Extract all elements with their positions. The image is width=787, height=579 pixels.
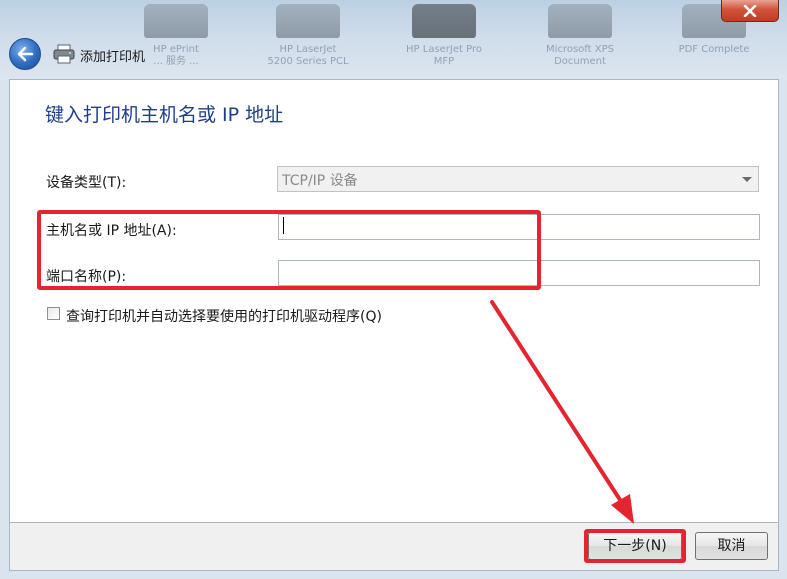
device-type-label: 设备类型(T): [46,175,127,191]
window-close-button[interactable] [721,0,779,22]
device-type-value: TCP/IP 设备 [282,173,358,189]
device-thumbnail: HP LaserJet Pro MFP [398,2,490,78]
device-label: HP LaserJet 5200 Series PCL [267,44,349,67]
close-icon [743,4,757,17]
wizard-content-panel [9,79,779,523]
device-label: HP LaserJet Pro MFP [406,44,482,67]
device-label: Microsoft XPS Document [546,44,614,67]
device-type-select[interactable]: TCP/IP 设备 [277,166,759,192]
printer-icon [548,4,612,38]
query-printer-checkbox[interactable] [47,307,60,320]
chevron-down-icon [742,177,752,182]
device-label: PDF Complete [678,44,750,55]
printer-icon [276,4,340,38]
cancel-button[interactable]: 取消 [695,532,768,560]
device-thumbnail: HP ePrint ... 服务 ... [130,2,222,78]
printer-icon [53,44,75,64]
device-thumbnail: HP LaserJet 5200 Series PCL [262,2,354,78]
back-button[interactable] [9,38,41,70]
printer-icon [412,4,476,38]
highlight-box-next [584,529,686,563]
highlight-box-fields [37,210,541,290]
device-thumbnail: Microsoft XPS Document [534,2,626,78]
page-heading: 键入打印机主机名或 IP 地址 [45,104,284,126]
window-title: 添加打印机 [80,50,146,65]
back-arrow-icon [17,46,34,62]
query-printer-label[interactable]: 查询打印机并自动选择要使用的打印机驱动程序(Q) [66,306,382,326]
printer-icon [144,4,208,38]
background-device-thumbnails: HP ePrint ... 服务 ... HP LaserJet 5200 Se… [0,0,787,80]
